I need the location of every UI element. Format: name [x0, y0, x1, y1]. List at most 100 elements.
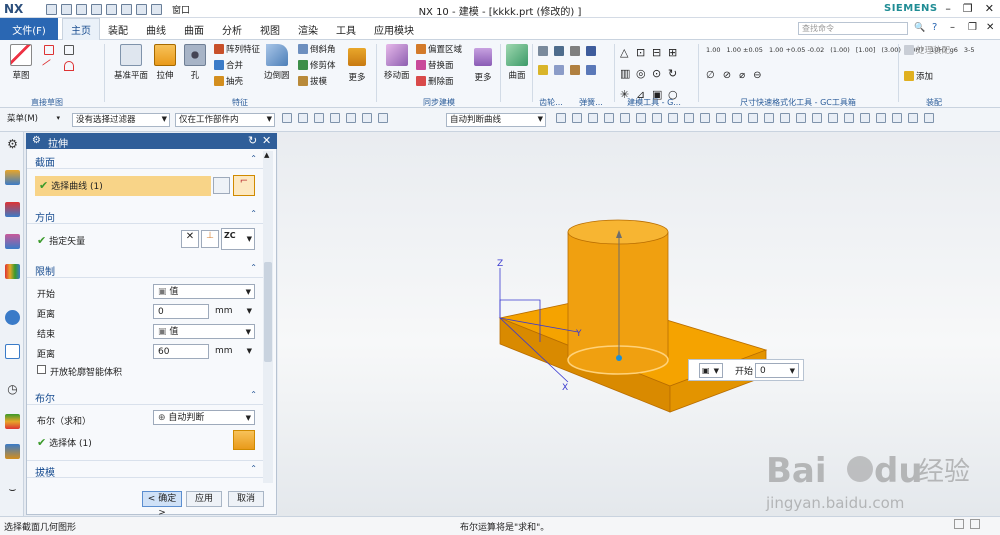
snap-point-on-curve-icon[interactable]	[732, 113, 742, 123]
end-unit-select[interactable]: mm ▼	[211, 344, 255, 359]
vector-dialog-button[interactable]: ⊥	[201, 230, 219, 248]
help-icon[interactable]: ?	[932, 22, 937, 33]
target-icon[interactable]: ◎	[636, 67, 652, 80]
section-header-draft[interactable]: 拔模 ⌃	[27, 460, 263, 479]
box-select-icon[interactable]	[346, 113, 356, 123]
visualization-icon[interactable]	[5, 414, 20, 429]
floating-type-select[interactable]: ▣ ▼	[699, 363, 723, 378]
snap-grid-icon[interactable]	[796, 113, 806, 123]
add-component-button[interactable]: 添加	[904, 70, 950, 82]
section-header-boolean[interactable]: 布尔 ⌃	[27, 387, 263, 405]
snap-tangent-icon[interactable]	[748, 113, 758, 123]
section-header-limits[interactable]: 限制 ⌃	[27, 260, 263, 278]
graphics-window[interactable]: Z Y X Bai du 经验 jingyan.baidu.com	[278, 132, 1000, 516]
snap-bounded-icon[interactable]	[700, 113, 710, 123]
hole-button[interactable]: 孔	[184, 44, 206, 81]
gear-edit-icon[interactable]	[554, 65, 564, 75]
delete-face-button[interactable]: 删除面	[416, 75, 462, 87]
snap-curve-icon[interactable]	[668, 113, 678, 123]
constraint-navigator-icon[interactable]	[5, 234, 20, 249]
file-tab[interactable]: 文件(F)	[0, 18, 58, 40]
minimize-icon[interactable]: –	[945, 2, 951, 15]
start-handle[interactable]	[616, 355, 622, 361]
sketch-section-button[interactable]	[213, 177, 230, 194]
sync-more-button[interactable]: 更多	[474, 48, 492, 83]
gear-tool-icon[interactable]	[554, 46, 564, 56]
status-panel-icon[interactable]	[970, 519, 980, 529]
collapse-icon[interactable]: ⌃	[250, 209, 257, 218]
start-unit-select[interactable]: mm ▼	[211, 304, 255, 319]
tab-view[interactable]: 视图	[260, 22, 280, 37]
rotate-icon[interactable]: ↻	[668, 67, 684, 80]
doc-close-icon[interactable]: ✕	[986, 22, 994, 33]
rectangle-icon[interactable]	[64, 45, 74, 55]
sketch-button[interactable]: 草图	[10, 44, 32, 81]
radius-icon[interactable]: ⌀	[739, 70, 745, 81]
collapse-icon[interactable]: ⌃	[250, 154, 257, 163]
doc-minimize-icon[interactable]: –	[950, 22, 955, 33]
snap-arc-icon[interactable]	[716, 113, 726, 123]
snap-point-icon[interactable]	[314, 113, 324, 123]
spring-edit-icon[interactable]	[570, 65, 580, 75]
tab-applications[interactable]: 应用模块	[374, 22, 414, 37]
process-assembly-button[interactable]: 处理装配	[904, 44, 950, 56]
gear-settings-icon[interactable]: ⚙	[5, 137, 20, 152]
clock-icon[interactable]: ◷	[5, 382, 20, 397]
web-browser-icon[interactable]	[5, 310, 20, 325]
select-curve-row[interactable]: ✔ 选择曲线 (1)	[35, 176, 211, 196]
dialog-gear-icon[interactable]: ⚙	[32, 135, 41, 146]
collapse-icon[interactable]: ⌃	[250, 464, 257, 473]
tab-render[interactable]: 渲染	[298, 22, 318, 37]
section-header-section[interactable]: 截面 ⌃	[27, 151, 263, 169]
feature-more-button[interactable]: 更多	[348, 48, 366, 83]
surface-button[interactable]: 曲面	[506, 44, 528, 81]
layer-icon[interactable]	[892, 113, 902, 123]
collapse-icon[interactable]: ⌃	[250, 390, 257, 399]
history-icon[interactable]	[5, 344, 20, 359]
tab-analysis[interactable]: 分析	[222, 22, 242, 37]
close-icon[interactable]: ✕	[985, 2, 994, 15]
unite-button[interactable]: 合并	[214, 59, 260, 71]
snap-pole-icon[interactable]	[764, 113, 774, 123]
gear-icon[interactable]	[538, 46, 548, 56]
line-icon[interactable]	[42, 59, 56, 73]
snap-face-icon[interactable]	[684, 113, 694, 123]
menu-button[interactable]: 菜单(M) ▾	[4, 113, 62, 127]
wcs-icon[interactable]	[908, 113, 918, 123]
search-icon[interactable]: 🔍	[914, 23, 925, 33]
zoom-icon[interactable]	[828, 113, 838, 123]
more-tools-icon[interactable]	[924, 113, 934, 123]
select-icon[interactable]	[298, 113, 308, 123]
boolean-type-select[interactable]: ⊕ 自动判断 ▼	[153, 410, 255, 425]
spring-icon[interactable]	[570, 46, 580, 56]
move-face-button[interactable]: 移动面	[384, 44, 410, 81]
snap-midpoint-icon[interactable]	[572, 113, 582, 123]
start-type-select[interactable]: ▣ 值 ▼	[153, 284, 255, 299]
end-distance-input[interactable]: 60	[153, 344, 209, 359]
shell-button[interactable]: 抽壳	[214, 75, 260, 87]
collapse-icon[interactable]: ⌃	[250, 263, 257, 272]
offset-region-button[interactable]: 偏置区域	[416, 43, 462, 55]
filter-icon[interactable]	[282, 113, 292, 123]
curve-rule-select[interactable]: 自动判断曲线 ▼	[446, 113, 546, 127]
chamfer-button[interactable]: 倒斜角	[298, 43, 336, 55]
extrude-button[interactable]: 拉伸	[154, 44, 176, 81]
fit-view-icon[interactable]	[812, 113, 822, 123]
dim-format-1[interactable]: 1.00	[706, 46, 720, 54]
view-icon[interactable]	[362, 113, 372, 123]
triangle-icon[interactable]: △	[620, 46, 636, 59]
feature-select-icon[interactable]	[378, 113, 388, 123]
curve-select-button[interactable]: ⌐	[233, 175, 255, 196]
draft-button[interactable]: 拔模	[298, 75, 336, 87]
view-orient-icon[interactable]	[876, 113, 886, 123]
clear-format-icon[interactable]: ⊖	[753, 70, 761, 81]
tab-tools[interactable]: 工具	[336, 22, 356, 37]
gear-mesh-icon[interactable]	[538, 65, 548, 75]
datum-plane-button[interactable]: 基准平面	[114, 44, 148, 81]
trim-body-button[interactable]: 修剪体	[298, 59, 336, 71]
part-navigator-icon[interactable]	[5, 170, 20, 185]
vector-type-select[interactable]: ZC ▼	[221, 228, 255, 250]
doc-restore-icon[interactable]: ❐	[968, 22, 977, 33]
selection-scope-select[interactable]: 仅在工作部件内 ▼	[175, 113, 275, 127]
pattern-feature-button[interactable]: 阵列特征	[214, 43, 260, 55]
